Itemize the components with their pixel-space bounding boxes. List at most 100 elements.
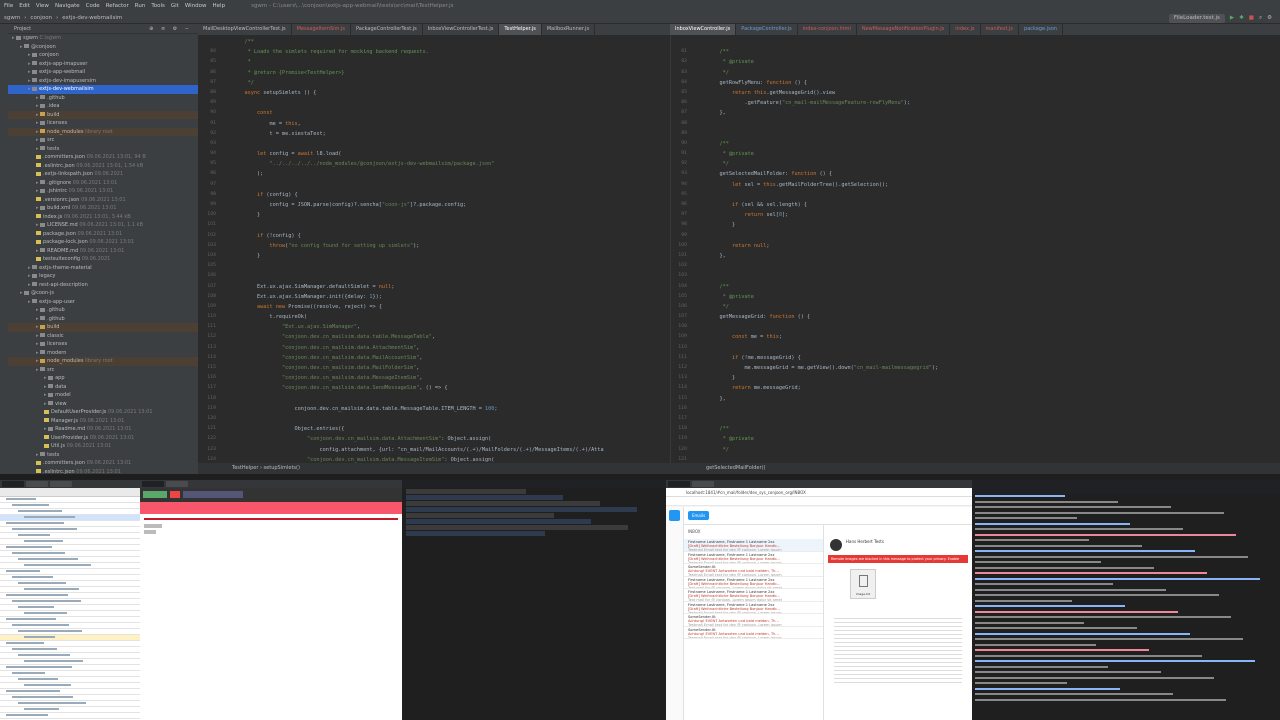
project-tree-item[interactable]: ▸ build <box>8 323 198 332</box>
editor-tab[interactable]: index-conjoon.html <box>798 24 857 35</box>
message-list-item[interactable]: Firstname Lastname, Firstname 1 Lastname… <box>684 539 823 552</box>
run-config-select[interactable]: FileLoader.test.js <box>1168 14 1225 23</box>
run-button[interactable] <box>143 491 167 498</box>
message-list-item[interactable]: Firstname Lastname, Firstname 1 Lastname… <box>684 589 823 602</box>
project-tree-item[interactable]: ▸ .github <box>8 94 198 103</box>
project-tree-item[interactable]: ▸ extjs-dev-imapusersim <box>8 77 198 86</box>
project-tree-item[interactable]: ▸ extjs-app-webmail <box>8 68 198 77</box>
editor-tab[interactable]: manifest.js <box>981 24 1020 35</box>
project-tree-item[interactable]: ▸ app <box>8 374 198 383</box>
message-list-item[interactable]: SomeSender.Xt Achtung! EVENT Antworten un… <box>684 564 823 577</box>
project-tree-item[interactable]: testsuiteconfig 09.06.2021 <box>8 255 198 264</box>
message-list-item[interactable]: Firstname Lastname, Firstname 1 Lastname… <box>684 577 823 589</box>
project-tree-item[interactable]: Manager.js 09.06.2021 13:01 <box>8 417 198 426</box>
mail-app-icon[interactable] <box>669 510 680 521</box>
project-tree-item[interactable]: ▸ tests <box>8 451 198 460</box>
project-tree-item[interactable]: ▸ rest-api-description <box>8 281 198 290</box>
menu-item[interactable]: Navigate <box>55 0 80 12</box>
menu-item[interactable]: View <box>36 0 49 12</box>
project-tree-item[interactable]: ▸ .github <box>8 315 198 324</box>
project-tree-item[interactable]: .committers.json 09.06.2021 13:01, 94 B <box>8 153 198 162</box>
editor-tab[interactable]: index.js <box>950 24 981 35</box>
project-tree-item[interactable]: ▸ data <box>8 383 198 392</box>
panel-tools-icon[interactable]: ⊕ ≡ ⚙ − <box>149 24 192 34</box>
project-tree-item[interactable]: ▸ extjs-app-user <box>8 298 198 307</box>
project-tree-item[interactable]: ▸ .jshintrc 09.06.2021 13:01 <box>8 187 198 196</box>
project-tree-item[interactable]: ▸ node_modules library root <box>8 127 198 136</box>
editor-tab[interactable]: InboxViewController.js <box>670 24 737 35</box>
stop-icon[interactable]: ■ <box>1249 12 1254 24</box>
project-tree-item[interactable]: ▸ @conjoon <box>8 43 198 52</box>
menu-item[interactable]: Code <box>86 0 100 12</box>
project-tree-item[interactable]: ▸ conjoon <box>8 51 198 60</box>
editor-tab[interactable]: MessageItemSim.js <box>292 24 351 35</box>
project-tree-item[interactable]: ▸ Readme.md 09.06.2021 13:01 <box>8 425 198 434</box>
project-tree-item[interactable]: ▸ LICENSE.md 09.06.2021 13:01, 1.1 kB <box>8 221 198 230</box>
project-tree-item[interactable]: package-lock.json 09.06.2021 13:01 <box>8 238 198 247</box>
debug-icon[interactable]: ✱ <box>1239 12 1244 24</box>
message-list-item[interactable]: Firstname Lastname, Firstname 1 Lastname… <box>684 602 823 614</box>
message-list-item[interactable]: SomeSender.Xt Achtung! EVENT Antworten un… <box>684 627 823 639</box>
compose-button[interactable]: Emails <box>688 511 710 520</box>
menu-item[interactable]: Git <box>171 0 179 12</box>
address-bar[interactable]: localhost:1841/#cn_mail/folder/dev_sys_c… <box>666 488 972 497</box>
project-tree-item[interactable]: ▸ @coon-js <box>8 289 198 298</box>
editor-tab[interactable]: PackageController.js <box>736 24 798 35</box>
message-list-item[interactable]: SomeSender.Xt Achtung! EVENT Antworten un… <box>684 614 823 627</box>
stop-button[interactable] <box>170 491 180 498</box>
project-tree-item[interactable]: ▸ src <box>8 366 198 375</box>
project-tree-item[interactable]: ▸ README.md 09.06.2021 13:01 <box>8 247 198 256</box>
menu-item[interactable]: Refactor <box>106 0 129 12</box>
editor-tab[interactable]: PackageControllerTest.js <box>351 24 423 35</box>
project-tree-item[interactable]: ▸ licenses <box>8 119 198 128</box>
project-tree-item[interactable]: Util.js 09.06.2021 13:01 <box>8 442 198 451</box>
run-icon[interactable]: ▶ <box>1230 12 1234 24</box>
settings-icon[interactable]: ⚙ <box>1267 12 1272 24</box>
code-editor-right[interactable]: 81 82 83 84 85 86 87 88 89 90 91 92 93 94 95 96 97 98 99 10… <box>670 35 1280 463</box>
project-tree-item[interactable]: ▸ model <box>8 391 198 400</box>
project-tree-item[interactable]: ▸ .gitignore 09.06.2021 13:01 <box>8 179 198 188</box>
menu-item[interactable]: Run <box>135 0 146 12</box>
project-tree-item[interactable]: ▸ extjs-app-imapuser <box>8 60 198 69</box>
remote-images-warning[interactable]: Remote images are blocked in this messag… <box>828 555 968 563</box>
project-tree-item[interactable]: ▸ .github <box>8 306 198 315</box>
editor-tab[interactable]: InboxViewControllerTest.js <box>423 24 500 35</box>
attachment-tile[interactable]: image.txt <box>850 569 876 599</box>
project-tree-item[interactable]: .eslintrc.json 09.06.2021 13:01, 1.54 kB <box>8 162 198 171</box>
project-tree-item[interactable]: ▸ .idea <box>8 102 198 111</box>
project-tree-item[interactable]: ▸ modern <box>8 349 198 358</box>
project-tree-item[interactable]: .versionrc.json 09.06.2021 13:01 <box>8 196 198 205</box>
nav-item[interactable]: sgwm <box>4 12 20 23</box>
breadcrumb-left[interactable]: TestHelper › setupSimlets() <box>198 463 670 474</box>
editor-tab[interactable]: MailDesktopViewControllerTest.js <box>198 24 292 35</box>
project-tree-item[interactable]: ▸ src <box>8 136 198 145</box>
project-tree-item[interactable]: ▸ view <box>8 400 198 409</box>
project-tree-item[interactable]: .extjs-linkspath.json 09.06.2021 <box>8 170 198 179</box>
project-tree-item[interactable]: package.json 09.06.2021 13:01 <box>8 230 198 239</box>
project-tree-item[interactable]: index.js 09.06.2021 13:01, 3.44 kB <box>8 213 198 222</box>
breadcrumb-right[interactable]: getSelectedMailFolder() <box>670 463 1280 474</box>
project-tree-item[interactable]: DefaultUserProvider.js 09.06.2021 13:01 <box>8 408 198 417</box>
message-list-item[interactable]: Firstname Lastname, Firstname 1 Lastname… <box>684 552 823 564</box>
project-tree-item[interactable]: ▸ build <box>8 110 198 119</box>
project-tree-item[interactable]: ▸ legacy <box>8 272 198 281</box>
project-tree-item[interactable]: ▸ classic <box>8 332 198 341</box>
project-tree-item[interactable]: .committers.json 09.06.2021 13:01 <box>8 459 198 468</box>
project-tree-item[interactable]: ▸ node_modules library root <box>8 357 198 366</box>
menu-item[interactable]: Tools <box>151 0 165 12</box>
code-editor-left[interactable]: 84 85 86 87 88 89 90 91 92 93 94 95 96 97 98 99 100 101 10… <box>198 35 670 463</box>
nav-item[interactable]: conjoon <box>30 12 52 23</box>
editor-tab[interactable]: MailboxRunner.js <box>542 24 596 35</box>
menu-item[interactable]: Window <box>185 0 207 12</box>
editor-tab[interactable]: NewMessageNotificationPlugin.js <box>857 24 951 35</box>
project-tree-item[interactable]: UserProvider.js 09.06.2021 13:01 <box>8 434 198 443</box>
project-tree-item[interactable]: ▸ licenses <box>8 340 198 349</box>
project-tree-item[interactable]: ▸ extjs-dev-webmailsim <box>8 85 198 94</box>
project-tree-item[interactable]: ▸ build.xml 09.06.2021 13:01 <box>8 204 198 213</box>
editor-tab[interactable]: package.json <box>1019 24 1063 35</box>
menu-item[interactable]: Edit <box>19 0 30 12</box>
project-tree-item[interactable]: ▸ tests <box>8 145 198 154</box>
menu-item[interactable]: Help <box>213 0 226 12</box>
menu-item[interactable]: File <box>4 0 13 12</box>
search-icon[interactable]: ⌕ <box>1259 12 1262 24</box>
